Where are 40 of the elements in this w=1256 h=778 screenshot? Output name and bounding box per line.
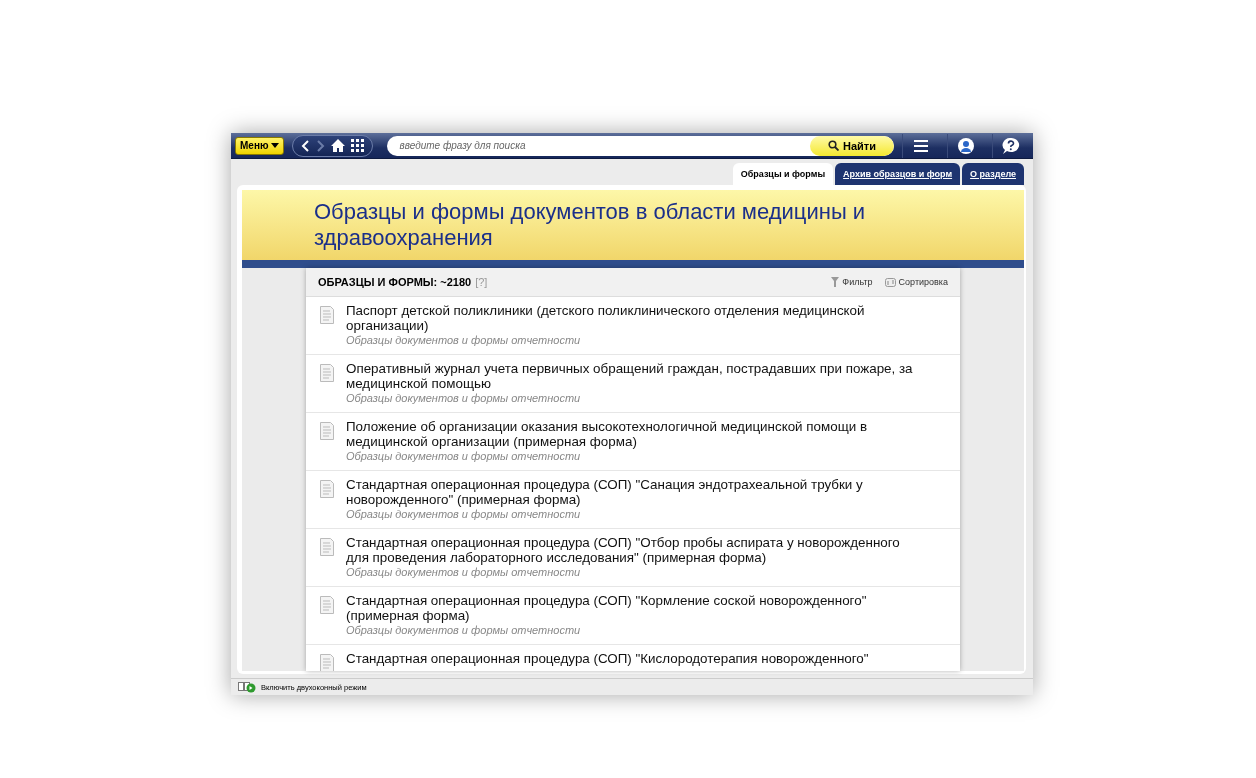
document-category: Образцы документов и формы отчетности [346, 565, 582, 579]
tab[interactable]: Образцы и формы [732, 163, 834, 185]
list-heading: ОБРАЗЦЫ И ФОРМЫ: ~2180 [318, 276, 472, 288]
menu-icon[interactable] [914, 139, 928, 152]
home-icon[interactable] [331, 139, 346, 152]
document-category: Образцы документов и формы отчетности [346, 449, 582, 463]
menu-button[interactable]: Меню [235, 136, 285, 155]
funnel-icon [831, 277, 840, 287]
document-title[interactable]: Оперативный журнал учета первичных обращений граждан, пострадавших при пожаре, за медицинской помощью [346, 361, 920, 391]
caret-icon [271, 143, 280, 148]
document-icon [320, 364, 334, 382]
two-window-icon[interactable] [238, 681, 256, 693]
search-field[interactable]: введите фразу для поиска Найти [387, 135, 894, 156]
document-category: Образцы документов и формы отчетности [346, 391, 582, 405]
document-title[interactable]: Стандартная операционная процедура (СОП) "Кормление соской новорожденного" (примерная форма) [346, 593, 920, 623]
grid-icon[interactable] [351, 139, 365, 152]
filter-button[interactable]: Фильтр [831, 277, 873, 287]
document-category: Образцы документов и формы отчетности [346, 333, 582, 347]
search-icon [828, 140, 839, 151]
help-icon[interactable] [1002, 137, 1020, 154]
document-category: Образцы документов и формы отчетности [346, 507, 582, 521]
document-icon [320, 538, 334, 556]
page-title: Образцы и формы документов в области медицины и здравоохранения [314, 199, 867, 251]
document-title[interactable]: Паспорт детской поликлиники (детского поликлинического отделения медицинской организации) [346, 303, 920, 333]
document-category: Образцы документов и формы отчетности [346, 623, 582, 637]
document-icon [320, 596, 334, 614]
tab[interactable]: Архив образцов и форм [835, 163, 961, 185]
sort-button[interactable]: Сортировка [884, 277, 948, 287]
document-icon [320, 480, 334, 498]
user-icon[interactable] [958, 137, 974, 154]
back-icon[interactable] [301, 139, 311, 152]
tab[interactable]: О разделе [962, 163, 1024, 185]
document-icon [320, 422, 334, 440]
search-button[interactable]: Найти [810, 135, 894, 156]
forward-icon[interactable] [316, 139, 326, 152]
document-title[interactable]: Стандартная операционная процедура (СОП) "Кислородотерапия новорожденного" [346, 651, 869, 666]
document-title[interactable]: Положение об организации оказания высокотехнологичной медицинской помощи в медицинской организации (примерная форма) [346, 419, 920, 449]
document-title[interactable]: Стандартная операционная процедура (СОП) "Санация эндотрахеальной трубки у новорожденного" (примерная форма) [346, 477, 920, 507]
document-icon [320, 306, 334, 324]
document-title[interactable]: Стандартная операционная процедура (СОП) "Отбор пробы аспирата у новорожденного для проведения лабораторного исследования" (примерная форма) [346, 535, 920, 565]
